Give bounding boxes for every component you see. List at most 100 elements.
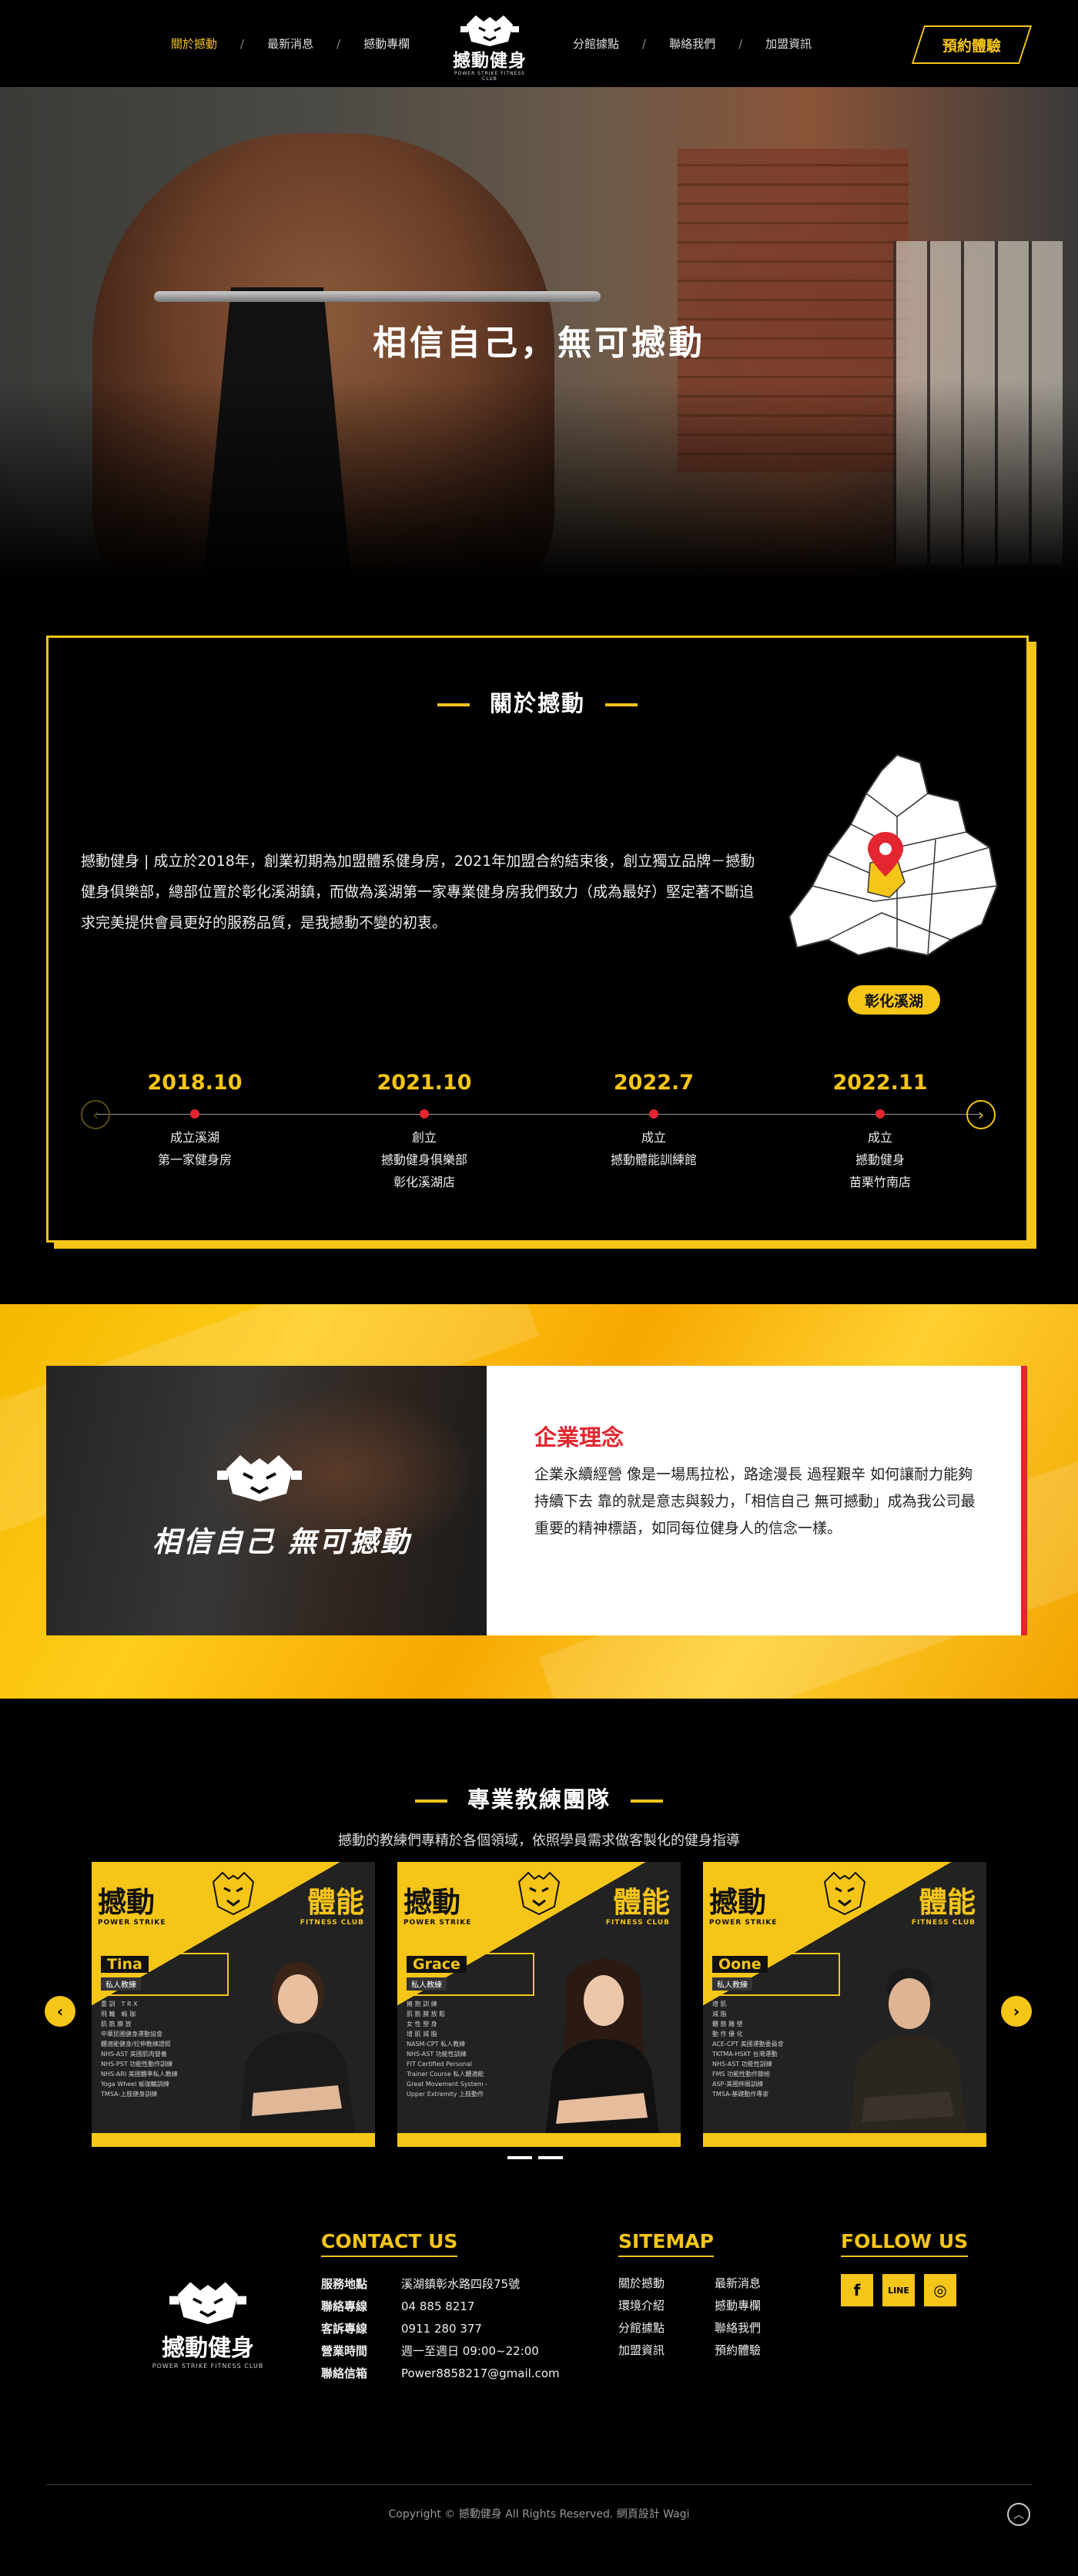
sitemap-link[interactable]: 關於撼動 bbox=[618, 2272, 715, 2295]
carousel-dot[interactable] bbox=[538, 2156, 563, 2159]
footer-sitemap: SITEMAP 關於撼動 最新消息 環境介紹 撼動專欄 分館據點 聯絡我們 加盟… bbox=[618, 2230, 807, 2362]
coach-role: 私人教練 bbox=[407, 1977, 447, 1991]
title-dash bbox=[437, 703, 470, 706]
nav-link-about[interactable]: 關於撼動 bbox=[171, 35, 217, 52]
carousel-dot-active[interactable] bbox=[507, 2156, 532, 2159]
sitemap-link[interactable]: 撼動專欄 bbox=[715, 2295, 807, 2317]
timeline-item: 2022.11 成立 撼動健身 苗栗竹南店 bbox=[795, 1071, 965, 1193]
contact-email[interactable]: Power8858217@gmail.com bbox=[401, 2362, 560, 2384]
card-bottom-bar bbox=[703, 2133, 986, 2147]
chevron-right-icon: › bbox=[1013, 2002, 1020, 2021]
sitemap-title: SITEMAP bbox=[618, 2230, 714, 2257]
card-head2: 體能 bbox=[307, 1885, 364, 1919]
sitemap-link[interactable]: 環境介紹 bbox=[618, 2295, 715, 2317]
philosophy-text: 企業永續經營 像是一場馬拉松，路途漫長 過程艱辛 如何讓耐力能夠持續下去 靠的就… bbox=[534, 1466, 976, 1537]
sitemap-link[interactable]: 預約體驗 bbox=[715, 2340, 807, 2362]
contact-title: CONTACT US bbox=[321, 2230, 458, 2257]
about-title-text: 關於撼動 bbox=[489, 690, 585, 716]
nav-link-news[interactable]: 最新消息 bbox=[267, 35, 313, 52]
footer-follow: FOLLOW US f LINE ◎ bbox=[841, 2230, 969, 2306]
timeline-desc: 成立 撼動健身 苗栗竹南店 bbox=[849, 1130, 911, 1189]
skill-line: NASM-CPT 私人教練 bbox=[407, 2041, 466, 2048]
philosophy-title: 企業理念 bbox=[534, 1424, 624, 1451]
coach-card-grace[interactable]: 撼動 體能 POWER STRIKE FITNESS CLUB Grace 私人… bbox=[397, 1862, 681, 2147]
coach-photo bbox=[544, 1958, 661, 2147]
skill-line: ACE-CPT 美國運動委員會 bbox=[712, 2041, 784, 2048]
coach-prev-button[interactable]: ‹ bbox=[45, 1996, 75, 2027]
chevron-right-icon: › bbox=[978, 1105, 984, 1124]
skill-line: TMSA-基礎動作專家 bbox=[712, 2091, 769, 2098]
hero-banner: 相信自己，無可撼動 bbox=[0, 87, 1078, 580]
sitemap-link[interactable]: 聯絡我們 bbox=[715, 2317, 807, 2340]
coach-next-button[interactable]: › bbox=[1001, 1996, 1032, 2027]
contact-table: 服務地點 溪湖鎮彰水路四段75號 聯絡專線 04 885 8217 客訴專線 0911… bbox=[321, 2272, 560, 2384]
tiger-logo-icon bbox=[217, 1455, 302, 1501]
coach-card-tina[interactable]: 撼動 體能 POWER STRIKE FITNESS CLUB Tina 私人教… bbox=[92, 1862, 375, 2147]
facebook-icon[interactable]: f bbox=[841, 2274, 873, 2306]
coaches-subtitle: 撼動的教練們專精於各個領域，依照學員需求做客製化的健身指導 bbox=[338, 1833, 740, 1849]
instagram-icon[interactable]: ◎ bbox=[924, 2274, 956, 2306]
title-dash bbox=[414, 1800, 447, 1803]
skill-line: 減 脂 bbox=[712, 2011, 727, 2018]
contact-row: 聯絡信箱 Power8858217@gmail.com bbox=[321, 2362, 560, 2384]
timeline-prev-button[interactable]: ‹ bbox=[81, 1100, 110, 1129]
sitemap-links: 關於撼動 最新消息 環境介紹 撼動專欄 分館據點 聯絡我們 加盟資訊 預約體驗 bbox=[618, 2272, 807, 2362]
site-logo[interactable]: 撼動健身 POWER STRIKE FITNESS CLUB bbox=[451, 11, 528, 82]
book-trial-button[interactable]: 預約體驗 bbox=[911, 25, 1033, 64]
timeline-next-button[interactable]: › bbox=[966, 1100, 996, 1129]
footer-divider bbox=[46, 2484, 1032, 2485]
about-section: 關於撼動 撼動健身 | 成立於2018年，創業初期為加盟體系健身房，2021年加… bbox=[0, 580, 1078, 1304]
back-to-top-button[interactable]: ︿ bbox=[1007, 2503, 1030, 2526]
philosophy-card: 企業理念 企業永續經營 像是一場馬拉松，路途漫長 過程艱辛 如何讓耐力能夠持續下… bbox=[487, 1366, 1027, 1635]
changhua-map-icon bbox=[788, 753, 999, 957]
contact-row: 聯絡專線 04 885 8217 bbox=[321, 2295, 560, 2317]
contact-phone[interactable]: 04 885 8217 bbox=[401, 2295, 560, 2317]
title-dash bbox=[631, 1800, 663, 1803]
footer-contact: CONTACT US 服務地點 溪湖鎮彰水路四段75號 聯絡專線 04 885 82… bbox=[321, 2230, 560, 2384]
nav-separator: / bbox=[738, 36, 743, 51]
about-box: 關於撼動 撼動健身 | 成立於2018年，創業初期為加盟體系健身房，2021年加… bbox=[46, 636, 1029, 1243]
line-icon[interactable]: LINE bbox=[882, 2274, 915, 2306]
card-head2: 體能 bbox=[613, 1885, 670, 1919]
contact-row: 客訴專線 0911 280 377 bbox=[321, 2317, 560, 2340]
sitemap-link[interactable]: 分館據點 bbox=[618, 2317, 715, 2340]
book-trial-label: 預約體驗 bbox=[942, 37, 1001, 55]
timeline-dot bbox=[875, 1109, 885, 1119]
nav-separator: / bbox=[240, 36, 245, 51]
timeline-dot bbox=[420, 1109, 429, 1119]
contact-complaint-phone[interactable]: 0911 280 377 bbox=[401, 2317, 560, 2340]
tiger-icon bbox=[517, 1871, 561, 1916]
nav-link-branches[interactable]: 分館據點 bbox=[573, 35, 619, 52]
skill-line: TMSA-上肢健身訓練 bbox=[101, 2091, 158, 2098]
coach-skills: 重 訓 T R X 飛 輪 瑜 珈 肌 筋 膜 放 中華民國健身運動協會 體適能… bbox=[101, 1999, 216, 2099]
nav-link-franchise[interactable]: 加盟資訊 bbox=[765, 35, 812, 52]
coach-skills: 增 肌 減 脂 體 態 雕 塑 動 作 優 化 ACE-CPT 美國運動委員會 … bbox=[712, 1999, 828, 2099]
nav-link-contact[interactable]: 聯絡我們 bbox=[669, 35, 715, 52]
coach-skills: 擁 抱 訓 練 肌 筋 膜 放 鬆 女 性 塑 身 增 肌 減 脂 NASM-C… bbox=[407, 1999, 522, 2099]
contact-key: 聯絡專線 bbox=[321, 2299, 368, 2313]
nav-link-column[interactable]: 撼動專欄 bbox=[363, 35, 410, 52]
skill-line: 動 作 優 化 bbox=[712, 2031, 743, 2038]
hero-fade bbox=[0, 380, 1078, 580]
coaches-title: 專業教練團隊 bbox=[0, 1782, 1078, 1814]
card-head: 撼動 bbox=[98, 1885, 155, 1919]
philosophy-section: 相信自己 無可撼動 企業理念 企業永續經營 像是一場馬拉松，路途漫長 過程艱辛 … bbox=[0, 1304, 1078, 1699]
top-navigation: 關於撼動 / 最新消息 / 撼動專欄 撼動健身 POWER STRIKE FIT… bbox=[0, 0, 1078, 87]
footer-logo[interactable]: 撼動健身 POWER STRIKE FITNESS CLUB bbox=[151, 2276, 265, 2370]
card-sub: POWER STRIKE bbox=[709, 1919, 778, 1927]
about-description: 撼動健身 | 成立於2018年，創業初期為加盟體系健身房，2021年加盟合約結束… bbox=[81, 853, 755, 931]
skill-line: FMS 功能性動作篩檢 bbox=[712, 2071, 771, 2078]
nav-separator: / bbox=[336, 36, 341, 51]
coach-role: 私人教練 bbox=[101, 1977, 141, 1991]
coach-photo bbox=[848, 1968, 968, 2147]
sitemap-link[interactable]: 最新消息 bbox=[715, 2272, 807, 2295]
coach-card-oone[interactable]: 撼動 體能 POWER STRIKE FITNESS CLUB Oone 私人教… bbox=[703, 1862, 986, 2147]
timeline-date: 2022.7 bbox=[613, 1071, 695, 1095]
coaches-section: 專業教練團隊 撼動的教練們專精於各個領域，依照學員需求做客製化的健身指導 ‹ ›… bbox=[0, 1699, 1078, 2230]
skill-line: 體適能健身/拉伸教練證照 bbox=[101, 2041, 171, 2048]
skill-line: 女 性 塑 身 bbox=[407, 2021, 437, 2028]
contact-key: 聯絡信箱 bbox=[321, 2366, 368, 2380]
contact-key: 客訴專線 bbox=[321, 2322, 368, 2336]
skill-line: 中華民國健身運動協會 bbox=[101, 2031, 162, 2038]
sitemap-link[interactable]: 加盟資訊 bbox=[618, 2340, 715, 2362]
